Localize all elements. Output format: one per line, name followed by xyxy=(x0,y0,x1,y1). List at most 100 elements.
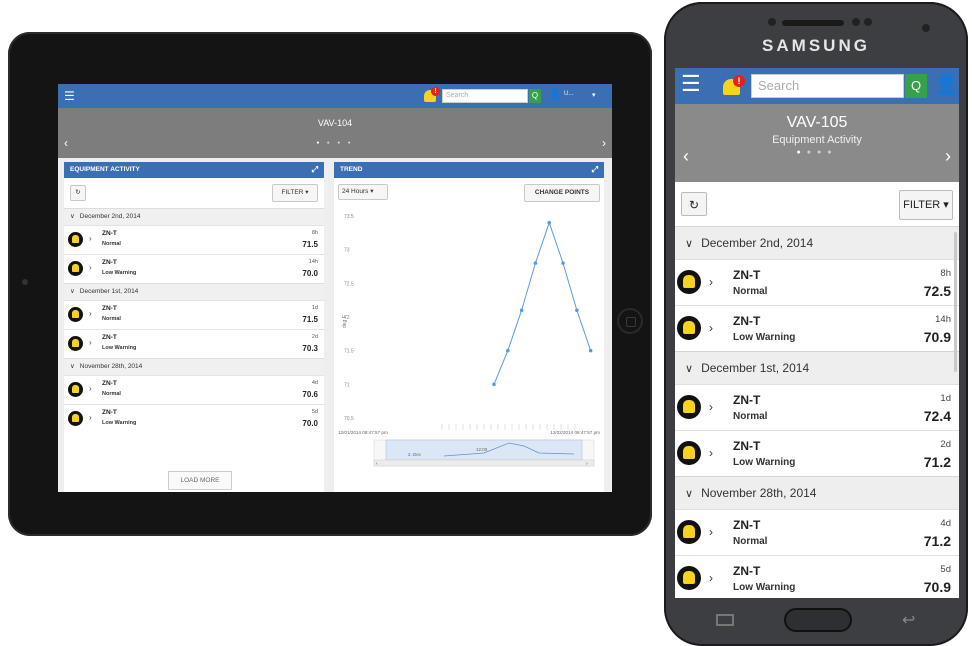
group-date: December 1st, 2014 xyxy=(79,288,139,295)
filter-button[interactable]: FILTER ▾ xyxy=(272,184,318,202)
bell-icon xyxy=(68,232,83,247)
chevron-right-icon[interactable]: › xyxy=(89,263,92,272)
scrollbar[interactable] xyxy=(954,232,957,372)
date-group-header[interactable]: ∨ December 2nd, 2014 xyxy=(675,226,959,259)
tablet-screen: ☰ ! Search Q 👤 U... ▾ VAV-104 ● ● ● ● ‹ … xyxy=(58,84,612,492)
navigator-label: 12:00 xyxy=(476,447,488,452)
notification-bell-icon[interactable]: ! xyxy=(422,87,440,104)
group-date: November 28th, 2014 xyxy=(79,363,143,370)
chevron-right-icon[interactable]: › xyxy=(89,309,92,318)
phone-device: SAMSUNG ☰ ! Search Q 👤 VAV-105 Equipment… xyxy=(664,2,968,646)
date-group-header[interactable]: ∨ December 1st, 2014 xyxy=(64,283,324,300)
change-points-button[interactable]: CHANGE POINTS xyxy=(524,184,600,202)
activity-row[interactable]: › ZN-T Low Warning 5d 70.9 xyxy=(675,555,959,598)
toolbar: ↻ FILTER ▾ xyxy=(64,178,324,208)
point-status: Normal xyxy=(102,316,121,322)
activity-row[interactable]: › ZN-T Normal 4d 70.6 xyxy=(64,375,324,404)
point-age: 5d xyxy=(940,564,951,575)
chevron-right-icon[interactable]: › xyxy=(602,136,606,150)
date-group-header[interactable]: ∨ November 28th, 2014 xyxy=(675,476,959,509)
hamburger-menu-icon[interactable]: ☰ xyxy=(681,73,701,95)
search-button[interactable]: Q xyxy=(529,89,541,103)
date-group-header[interactable]: ∨ December 2nd, 2014 xyxy=(64,208,324,225)
search-input[interactable]: Search xyxy=(442,89,528,103)
load-more-button[interactable]: LOAD MORE xyxy=(168,471,232,490)
bell-icon xyxy=(68,411,83,426)
menu-key[interactable] xyxy=(716,614,734,626)
user-icon[interactable]: 👤 xyxy=(548,88,562,101)
point-age: 5d xyxy=(311,409,318,415)
filter-button[interactable]: FILTER ▾ xyxy=(899,190,953,220)
user-name[interactable]: U... xyxy=(564,91,573,97)
x-start-label: 12/01/2014 08:47:57 pm xyxy=(338,430,388,435)
activity-row[interactable]: › ZN-T Low Warning 14h 70.0 xyxy=(64,254,324,283)
y-tick-label: 72.5 xyxy=(344,281,354,287)
point-value: 70.6 xyxy=(302,390,318,399)
chevron-right-icon[interactable]: › xyxy=(945,146,951,167)
point-status: Normal xyxy=(102,391,121,397)
panel-header: TREND ⤢ xyxy=(334,162,604,178)
chevron-right-icon[interactable]: › xyxy=(709,525,713,539)
equipment-activity-panel: EQUIPMENT ACTIVITY ⤢ ↻ FILTER ▾ ∨ Decembe… xyxy=(64,162,324,492)
activity-row[interactable]: › ZN-T Normal 8h 71.5 xyxy=(64,225,324,254)
date-group-header[interactable]: ∨ December 1st, 2014 xyxy=(675,351,959,384)
refresh-button[interactable]: ↻ xyxy=(70,185,86,201)
user-icon[interactable]: 👤 xyxy=(934,72,959,97)
time-range-select[interactable]: 24 Hours ▾ xyxy=(338,184,388,200)
hamburger-menu-icon[interactable]: ☰ xyxy=(64,90,75,102)
bell-icon xyxy=(68,382,83,397)
proximity-sensor xyxy=(852,18,860,26)
activity-row[interactable]: › ZN-T Normal 1d 72.4 xyxy=(675,384,959,430)
chevron-down-icon: ∨ xyxy=(685,238,694,250)
tablet-home-button[interactable] xyxy=(617,308,643,334)
y-tick-label: 71.5 xyxy=(344,349,354,355)
data-point xyxy=(575,308,579,313)
home-button[interactable] xyxy=(784,608,852,632)
bell-icon xyxy=(677,316,701,340)
bell-icon xyxy=(677,441,701,465)
chevron-right-icon[interactable]: › xyxy=(709,275,713,289)
bell-icon xyxy=(677,270,701,294)
trend-chart[interactable]: 73.57372.57271.57170.5deg F12/01/2014 08… xyxy=(334,208,604,492)
panel-header: EQUIPMENT ACTIVITY ⤢ xyxy=(64,162,324,178)
bell-icon xyxy=(68,307,83,322)
bell-icon xyxy=(677,395,701,419)
expand-icon[interactable]: ⤢ xyxy=(592,162,598,178)
brand-logo: SAMSUNG xyxy=(762,36,870,55)
chevron-right-icon[interactable]: › xyxy=(709,571,713,585)
activity-row[interactable]: › ZN-T Normal 4d 71.2 xyxy=(675,509,959,555)
activity-row[interactable]: › ZN-T Normal 8h 72.5 xyxy=(675,259,959,305)
refresh-button[interactable]: ↻ xyxy=(681,192,707,216)
chevron-left-icon[interactable]: ‹ xyxy=(64,136,68,150)
chevron-right-icon[interactable]: › xyxy=(89,234,92,243)
chevron-right-icon[interactable]: › xyxy=(709,446,713,460)
search-input[interactable]: Search xyxy=(751,74,904,98)
search-button[interactable]: Q xyxy=(905,74,927,98)
chevron-down-icon[interactable]: ▾ xyxy=(592,91,596,99)
phone-screen: ☰ ! Search Q 👤 VAV-105 Equipment Activit… xyxy=(675,68,959,598)
expand-icon[interactable]: ⤢ xyxy=(312,162,318,178)
trend-panel: TREND ⤢ 24 Hours ▾ CHANGE POINTS 73.5 73 7… xyxy=(334,162,604,492)
activity-row[interactable]: › ZN-T Low Warning 5d 70.0 xyxy=(64,404,324,433)
activity-row[interactable]: › ZN-T Low Warning 14h 70.9 xyxy=(675,305,959,351)
activity-row[interactable]: › ZN-T Low Warning 2d 71.2 xyxy=(675,430,959,476)
toolbar: ↻ FILTER ▾ xyxy=(675,182,959,226)
back-key-icon[interactable]: ↩ xyxy=(902,610,915,630)
point-value: 70.3 xyxy=(302,344,318,353)
point-age: 14h xyxy=(935,314,951,325)
chevron-right-icon[interactable]: › xyxy=(89,413,92,422)
chevron-left-icon[interactable]: ‹ xyxy=(683,146,689,167)
point-status: Low Warning xyxy=(102,270,137,276)
chevron-right-icon[interactable]: › xyxy=(709,321,713,335)
chevron-right-icon[interactable]: › xyxy=(709,400,713,414)
y-tick-label: 71 xyxy=(344,382,350,388)
chevron-right-icon[interactable]: › xyxy=(89,338,92,347)
activity-row[interactable]: › ZN-T Normal 1d 71.5 xyxy=(64,300,324,329)
chevron-right-icon[interactable]: › xyxy=(89,384,92,393)
date-group-header[interactable]: ∨ November 28th, 2014 xyxy=(64,358,324,375)
activity-row[interactable]: › ZN-T Low Warning 2d 70.3 xyxy=(64,329,324,358)
notification-bell-icon[interactable]: ! xyxy=(721,73,747,99)
point-value: 71.2 xyxy=(923,454,951,470)
tablet-camera xyxy=(22,279,28,285)
group-date: December 1st, 2014 xyxy=(701,361,810,375)
